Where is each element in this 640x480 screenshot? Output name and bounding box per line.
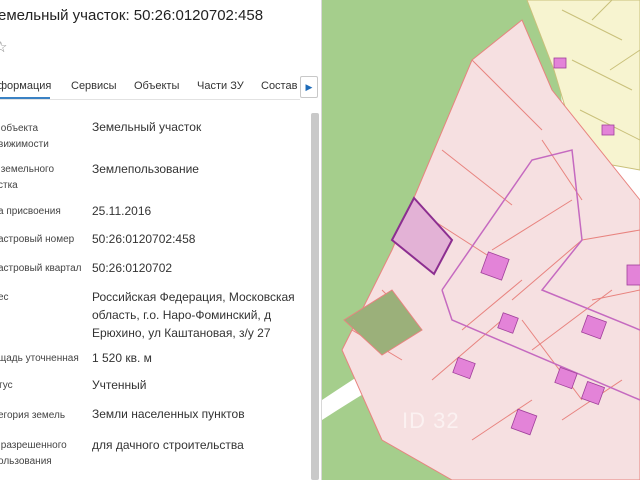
page-title: емельный участок: 50:26:0120702:458 bbox=[0, 7, 264, 24]
field-label: астровый номер bbox=[0, 234, 75, 245]
field-label: разрешенного ользования bbox=[0, 440, 67, 467]
star-icon[interactable]: ☆ bbox=[0, 38, 7, 56]
field-value: Учтенный bbox=[92, 378, 147, 392]
tab-parts[interactable]: Части ЗУ bbox=[197, 80, 244, 92]
field-label: егория земель bbox=[0, 410, 66, 421]
map-canvas[interactable] bbox=[322, 0, 640, 480]
tab-bar: формация Сервисы Объекты Части ЗУ Состав bbox=[0, 74, 300, 100]
watermark: ID 32 bbox=[402, 408, 460, 433]
field-value: 50:26:0120702 bbox=[92, 261, 173, 275]
field-label: а присвоения bbox=[0, 206, 61, 217]
info-panel: емельный участок: 50:26:0120702:458 ☆ фо… bbox=[0, 0, 322, 480]
scrollbar[interactable] bbox=[311, 113, 319, 480]
active-tab-indicator bbox=[0, 97, 50, 99]
tab-services[interactable]: Сервисы bbox=[71, 80, 117, 92]
tab-objects[interactable]: Объекты bbox=[134, 80, 179, 92]
tab-composition[interactable]: Состав bbox=[261, 80, 297, 92]
field-value: Землепользование bbox=[92, 162, 199, 176]
field-value: 25.11.2016 bbox=[92, 204, 152, 218]
cadastral-map[interactable]: ID 32 bbox=[322, 0, 640, 480]
field-label: астровый квартал bbox=[0, 263, 82, 274]
chevron-right-icon[interactable]: ▶ bbox=[300, 76, 318, 98]
field-label: земельного стка bbox=[0, 164, 55, 191]
tab-information[interactable]: формация bbox=[0, 80, 51, 92]
field-value: Российская Федерация, Московская область… bbox=[92, 290, 295, 340]
field-label: объекта вижимости bbox=[0, 123, 49, 150]
field-value: Земельный участок bbox=[92, 120, 202, 134]
field-value: Земли населенных пунктов bbox=[92, 407, 245, 421]
field-value: 50:26:0120702:458 bbox=[92, 232, 196, 246]
field-value: для дачного строительства bbox=[92, 438, 244, 452]
field-label: ес bbox=[0, 292, 9, 303]
field-label: щадь уточненная bbox=[0, 353, 79, 364]
field-label: тус bbox=[0, 380, 13, 391]
field-value: 1 520 кв. м bbox=[92, 351, 152, 365]
